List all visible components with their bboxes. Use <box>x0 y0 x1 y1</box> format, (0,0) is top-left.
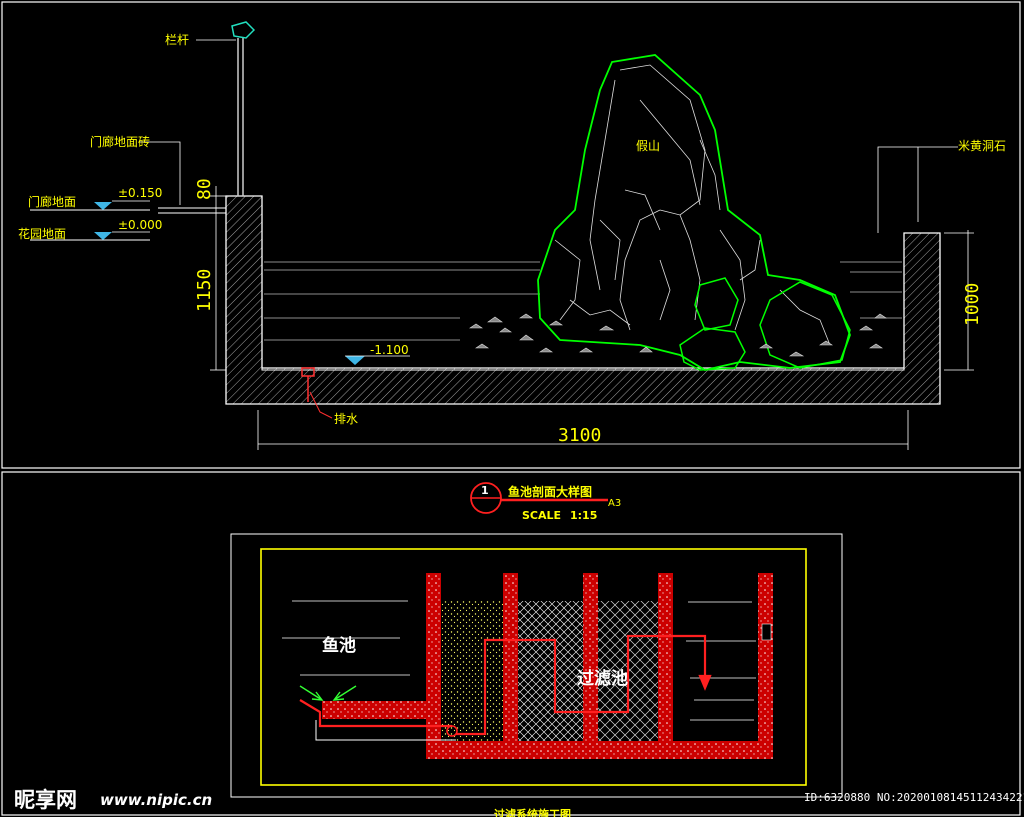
door-level-label: ±0.150 <box>118 186 162 200</box>
scale-label: SCALE <box>522 509 561 522</box>
fish-pond-label: 鱼池 <box>322 635 356 656</box>
watermark-id: ID:6320880 NO:20200108145112434221 <box>804 791 1024 804</box>
right-height-dimension: 1000 <box>962 283 983 326</box>
water-lines <box>264 261 902 341</box>
curb-dimension: 80 <box>194 178 215 200</box>
scale-value: 1:15 <box>570 509 597 522</box>
bottom-level-label: -1.100 <box>370 343 409 357</box>
pebbles <box>469 313 887 357</box>
railing-label: 栏杆 <box>165 32 189 47</box>
plan-caption: 过滤系统施工图 <box>494 807 571 817</box>
rockery <box>469 54 887 371</box>
level-marker-door <box>94 202 112 210</box>
pond-wall-hatch <box>225 195 941 405</box>
rice-stone-label: 米黄洞石 <box>958 139 1006 153</box>
title-text: 鱼池剖面大样图 <box>508 484 592 499</box>
door-ground-label: 门廊地面 <box>28 194 76 209</box>
title-block: 1 鱼池剖面大样图 A3 SCALE 1:15 <box>470 482 621 522</box>
watermark-url: www.nipic.cn <box>100 791 212 809</box>
level-marker-garden <box>94 232 112 240</box>
pond-section: 栏杆 门廊地面砖 门廊地面 花园地面 ±0.150 ±0.000 -1.100 … <box>18 21 1006 450</box>
boulder-small <box>694 277 739 331</box>
level-marker-bottom <box>345 356 365 365</box>
cad-drawing: 栏杆 门廊地面砖 门廊地面 花园地面 ±0.150 ±0.000 -1.100 … <box>1 1 1024 817</box>
chamber-gravel <box>518 601 584 741</box>
boulder-right <box>759 281 851 369</box>
rockery-label: 假山 <box>636 139 660 153</box>
drain-label: 排水 <box>334 412 358 426</box>
title-number: 1 <box>481 484 489 497</box>
watermark-logo: 昵享网 <box>14 788 77 812</box>
door-paving-label: 门廊地面砖 <box>90 134 150 149</box>
left-height-dimension: 1150 <box>194 269 215 312</box>
inlet-arrows <box>299 685 357 701</box>
lamp-head <box>231 21 256 39</box>
rockery-outline <box>537 54 851 371</box>
garden-level-label: ±0.000 <box>118 218 162 232</box>
garden-ground-label: 花园地面 <box>18 226 66 241</box>
filter-plan: 鱼池 过滤池 过滤系统施工图 <box>230 533 843 817</box>
filter-pond-label: 过滤池 <box>577 668 628 689</box>
title-sheet: A3 <box>608 498 621 509</box>
railing <box>196 21 256 196</box>
width-dimension: 3100 <box>558 425 601 446</box>
